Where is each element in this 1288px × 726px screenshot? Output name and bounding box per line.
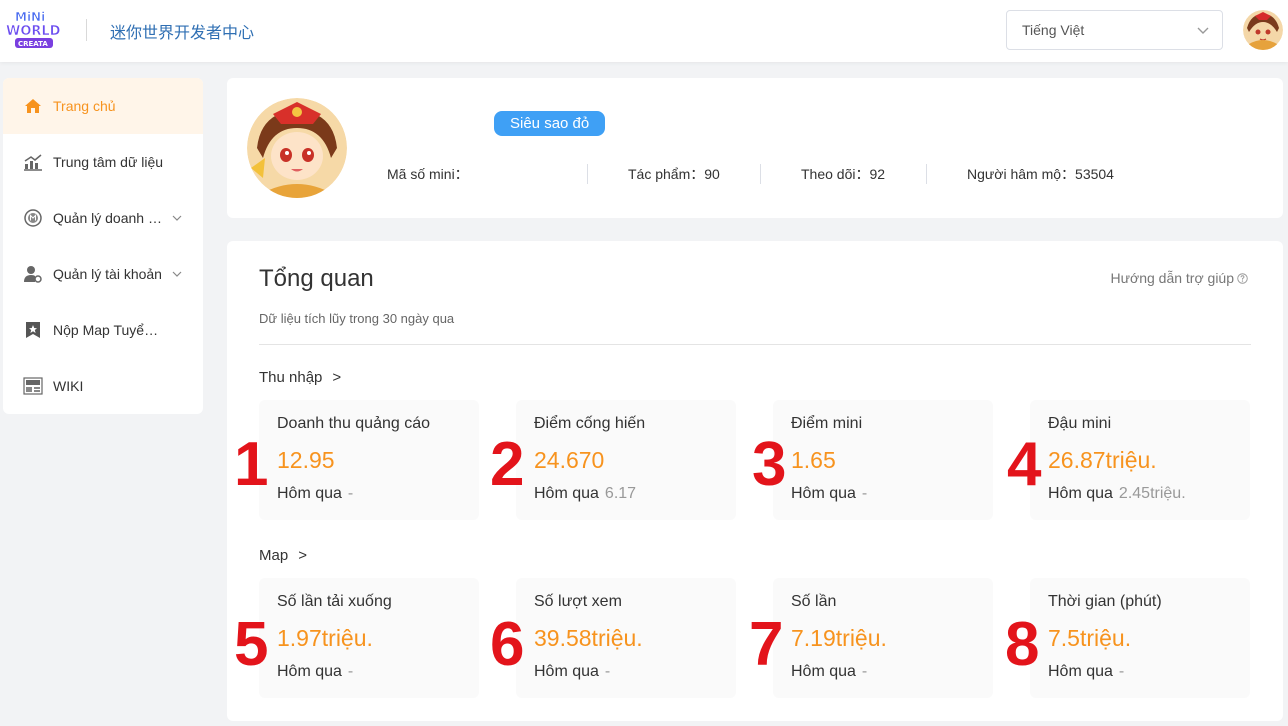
- language-value: Tiếng Việt: [1022, 22, 1085, 38]
- sidebar-item-label: Nộp Map Tuyển chọn: [53, 322, 165, 338]
- overview-title: Tổng quan: [259, 265, 374, 292]
- coin-icon: [23, 208, 43, 228]
- chevron-right-icon: >: [332, 369, 342, 386]
- wiki-icon: [23, 376, 43, 396]
- annotation-marker: 7: [749, 610, 784, 679]
- star-bookmark-icon: [23, 320, 43, 340]
- metric-value: 12.95: [277, 447, 335, 473]
- question-icon: [1237, 272, 1248, 284]
- mini-world-logo[interactable]: MiNi WORLD CREATA: [5, 8, 63, 50]
- top-header: MiNi WORLD CREATA 迷你世界开发者中心 Tiếng Việt: [0, 0, 1288, 62]
- divider: [259, 344, 1251, 345]
- metric-yesterday: Hôm qua 2.45triệu.: [1048, 485, 1186, 502]
- metric-value: 24.670: [534, 447, 605, 473]
- sidebar-item-label: Quản lý doanh thu: [53, 210, 165, 226]
- metric-value: 1.97triệu.: [277, 625, 373, 651]
- stat-fans: Người hâm mộ：53504: [967, 166, 1114, 182]
- sidebar-item-wiki[interactable]: WIKI: [3, 358, 203, 414]
- metric-card-ad-revenue[interactable]: Doanh thu quảng cáo 12.95 Hôm qua -: [259, 400, 479, 520]
- metric-label: Số lần: [791, 593, 837, 610]
- annotation-marker: 4: [1007, 430, 1042, 499]
- overview-subtitle: Dữ liệu tích lũy trong 30 ngày qua: [259, 311, 455, 326]
- annotation-marker: 2: [490, 430, 525, 499]
- sidebar-item-submit-map[interactable]: Nộp Map Tuyển chọn: [3, 302, 203, 358]
- annotation-marker: 8: [1005, 610, 1040, 679]
- metric-label: Điểm cống hiến: [534, 415, 646, 432]
- help-guide-link[interactable]: Hướng dẫn trợ giúp: [1111, 270, 1248, 286]
- metric-label: Thời gian (phút): [1048, 593, 1162, 610]
- level-badge: Siêu sao đỏ: [494, 111, 606, 136]
- metric-card-play-time[interactable]: Thời gian (phút) 7.5triệu. Hôm qua -: [1030, 578, 1250, 698]
- metric-label: Số lần tải xuống: [277, 593, 392, 610]
- help-guide-label: Hướng dẫn trợ giúp: [1110, 270, 1234, 286]
- metric-card-mini-beans[interactable]: Đậu mini 26.87triệu. Hôm qua 2.45triệu.: [1030, 400, 1250, 520]
- metric-yesterday: Hôm qua 6.17: [534, 485, 637, 502]
- sidebar-item-label: Trung tâm dữ liệu: [53, 154, 164, 170]
- metric-card-downloads[interactable]: Số lần tải xuống 1.97triệu. Hôm qua -: [259, 578, 479, 698]
- profile-card: Siêu sao đỏ Mã số mini： Tác phẩm：90 Theo…: [227, 78, 1283, 218]
- language-select[interactable]: Tiếng Việt: [1006, 10, 1223, 50]
- svg-text:MiNi: MiNi: [15, 10, 45, 24]
- chevron-down-icon: [172, 215, 182, 221]
- section-income-link[interactable]: Thu nhập >: [259, 369, 341, 386]
- home-icon: [23, 96, 43, 116]
- metric-label: Số lượt xem: [534, 593, 622, 610]
- annotation-marker: 1: [234, 430, 269, 499]
- chevron-down-icon: [172, 271, 182, 277]
- chevron-down-icon: [1197, 27, 1209, 34]
- sidebar: Trang chủ Trung tâm dữ liệu Quản lý doan…: [3, 78, 203, 414]
- metric-value: 26.87triệu.: [1048, 447, 1157, 473]
- annotation-marker: 6: [490, 610, 525, 679]
- metric-label: Doanh thu quảng cáo: [277, 415, 431, 432]
- metric-yesterday: Hôm qua -: [791, 485, 868, 502]
- stat-following: Theo dõi：92: [801, 166, 886, 182]
- chevron-right-icon: >: [298, 547, 307, 564]
- metric-value: 7.19triệu.: [791, 625, 887, 651]
- section-title: Thu nhập: [259, 369, 323, 386]
- user-avatar-icon[interactable]: [1243, 10, 1283, 50]
- svg-text:CREATA: CREATA: [18, 40, 48, 48]
- svg-text:WORLD: WORLD: [6, 24, 61, 39]
- sidebar-item-account[interactable]: Quản lý tài khoản: [3, 246, 203, 302]
- annotation-marker: 3: [752, 430, 787, 499]
- site-title: 迷你世界开发者中心: [110, 23, 255, 42]
- section-title: Map: [259, 547, 289, 564]
- stat-mini-id: Mã số mini：: [387, 166, 469, 182]
- metric-card-contribution[interactable]: Điểm cống hiến 24.670 Hôm qua 6.17: [516, 400, 736, 520]
- metric-yesterday: Hôm qua -: [791, 663, 868, 680]
- sidebar-item-label: WIKI: [53, 378, 84, 394]
- metric-label: Đậu mini: [1048, 415, 1112, 432]
- header-divider: [86, 19, 87, 41]
- stat-works: Tác phẩm：90: [628, 166, 720, 182]
- metric-yesterday: Hôm qua -: [1048, 663, 1125, 680]
- chart-icon: [23, 152, 43, 172]
- metric-card-mini-points[interactable]: Điểm mini 1.65 Hôm qua -: [773, 400, 993, 520]
- metric-yesterday: Hôm qua -: [277, 485, 354, 502]
- sidebar-item-data-center[interactable]: Trung tâm dữ liệu: [3, 134, 203, 190]
- metric-value: 7.5triệu.: [1048, 625, 1132, 651]
- sidebar-item-home[interactable]: Trang chủ: [3, 78, 203, 134]
- metric-yesterday: Hôm qua -: [534, 663, 611, 680]
- sidebar-item-label: Quản lý tài khoản: [53, 266, 162, 282]
- user-settings-icon: [23, 264, 43, 284]
- metric-card-plays[interactable]: Số lần 7.19triệu. Hôm qua -: [773, 578, 993, 698]
- metric-card-views[interactable]: Số lượt xem 39.58triệu. Hôm qua -: [516, 578, 736, 698]
- metric-label: Điểm mini: [791, 415, 863, 432]
- profile-avatar[interactable]: [247, 98, 347, 198]
- profile-stats: Mã số mini： Tác phẩm：90 Theo dõi：92 Ngườ…: [387, 163, 1114, 185]
- metric-value: 1.65: [791, 447, 836, 473]
- section-map-link[interactable]: Map >: [259, 547, 307, 564]
- sidebar-item-label: Trang chủ: [53, 98, 116, 114]
- annotation-marker: 5: [234, 610, 269, 679]
- sidebar-item-revenue[interactable]: Quản lý doanh thu: [3, 190, 203, 246]
- metric-value: 39.58triệu.: [534, 625, 643, 651]
- metric-yesterday: Hôm qua -: [277, 663, 354, 680]
